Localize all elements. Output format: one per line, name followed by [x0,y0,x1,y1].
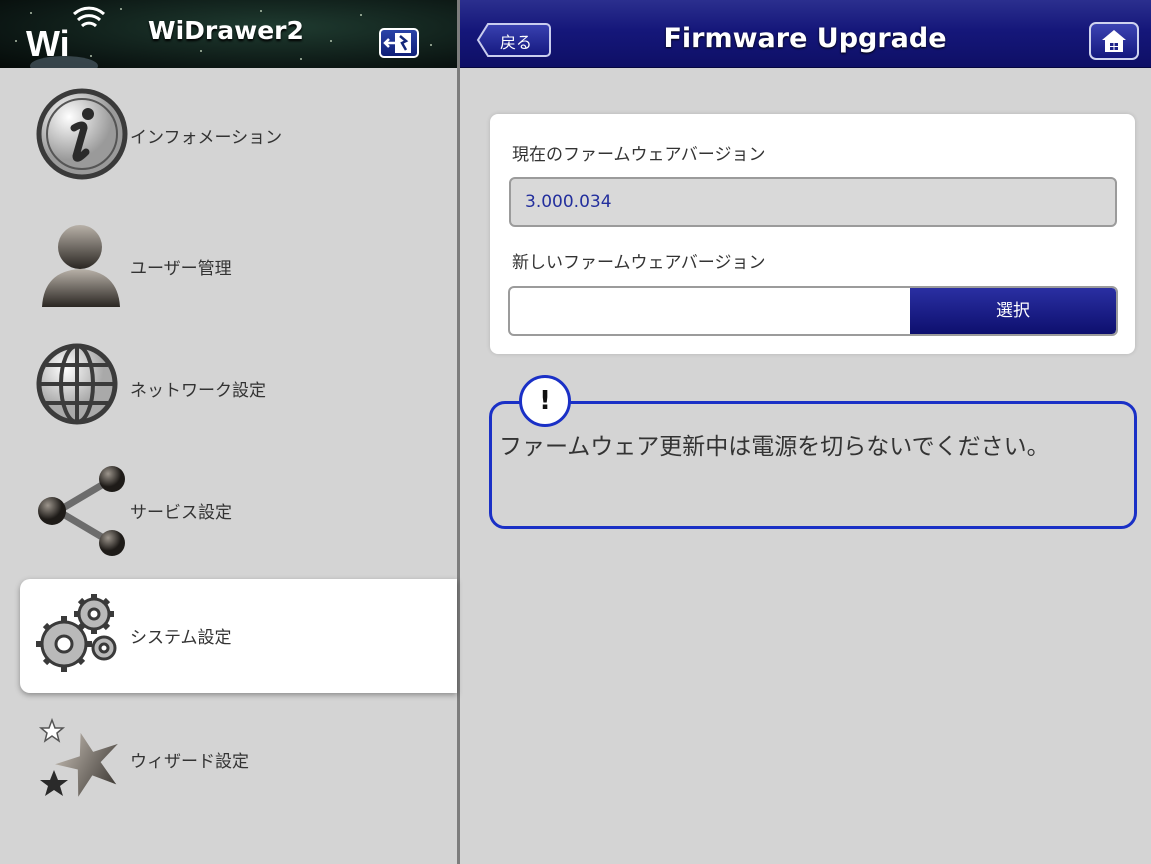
svg-text:Wi: Wi [26,23,70,64]
sidebar-item-wizard-settings[interactable]: ウィザード設定 [20,701,457,815]
sidebar-item-label: サービス設定 [130,503,232,523]
sidebar: インフォメーション ユーザー管理 ネットワーク設定 サービス設定 システム設定 … [0,68,457,864]
new-version-label: 新しいファームウェアバージョン [512,253,766,273]
app-window: Wi WiDrawer2 戻る Firmware Upgrade インフォメーシ… [0,0,1151,864]
app-title: WiDrawer2 [148,16,304,45]
page-title: Firmware Upgrade [663,23,947,54]
exit-icon [383,33,411,53]
warning-box [489,401,1137,529]
stars-icon [38,717,118,797]
exit-button[interactable] [379,28,419,58]
sidebar-item-label: ユーザー管理 [130,259,232,279]
pane-divider [457,0,460,864]
app-header: Wi WiDrawer2 [0,0,457,68]
home-button[interactable] [1089,22,1139,60]
sidebar-item-service-settings[interactable]: サービス設定 [20,452,457,566]
sidebar-item-user-management[interactable]: ユーザー管理 [20,208,457,322]
page-header: 戻る Firmware Upgrade [459,0,1151,68]
current-version-field: 3.000.034 [509,177,1117,227]
firmware-file-input[interactable] [510,288,910,334]
sidebar-item-label: システム設定 [130,628,232,648]
home-icon [1102,30,1126,52]
sidebar-item-label: ネットワーク設定 [130,381,266,401]
info-icon [36,88,128,180]
sidebar-item-label: インフォメーション [130,128,283,148]
gears-icon [36,594,117,672]
warning-text: ファームウェア更新中は電源を切らないでください。 [499,434,1050,460]
select-file-button[interactable]: 選択 [910,288,1116,334]
warning-icon: ! [519,375,571,427]
sidebar-item-label: ウィザード設定 [130,752,249,772]
wifi-logo-icon: Wi [26,6,106,68]
share-icon [38,466,125,556]
user-icon [42,225,120,307]
current-version-label: 現在のファームウェアバージョン [512,145,766,165]
firmware-panel: 現在のファームウェアバージョン 3.000.034 新しいファームウェアバージョ… [490,114,1135,354]
sidebar-item-information[interactable]: インフォメーション [20,81,457,195]
firmware-file-row: 選択 [508,286,1118,336]
globe-icon [36,343,118,425]
sidebar-item-system-settings[interactable]: システム設定 [20,579,457,693]
sidebar-item-network-settings[interactable]: ネットワーク設定 [20,330,457,444]
